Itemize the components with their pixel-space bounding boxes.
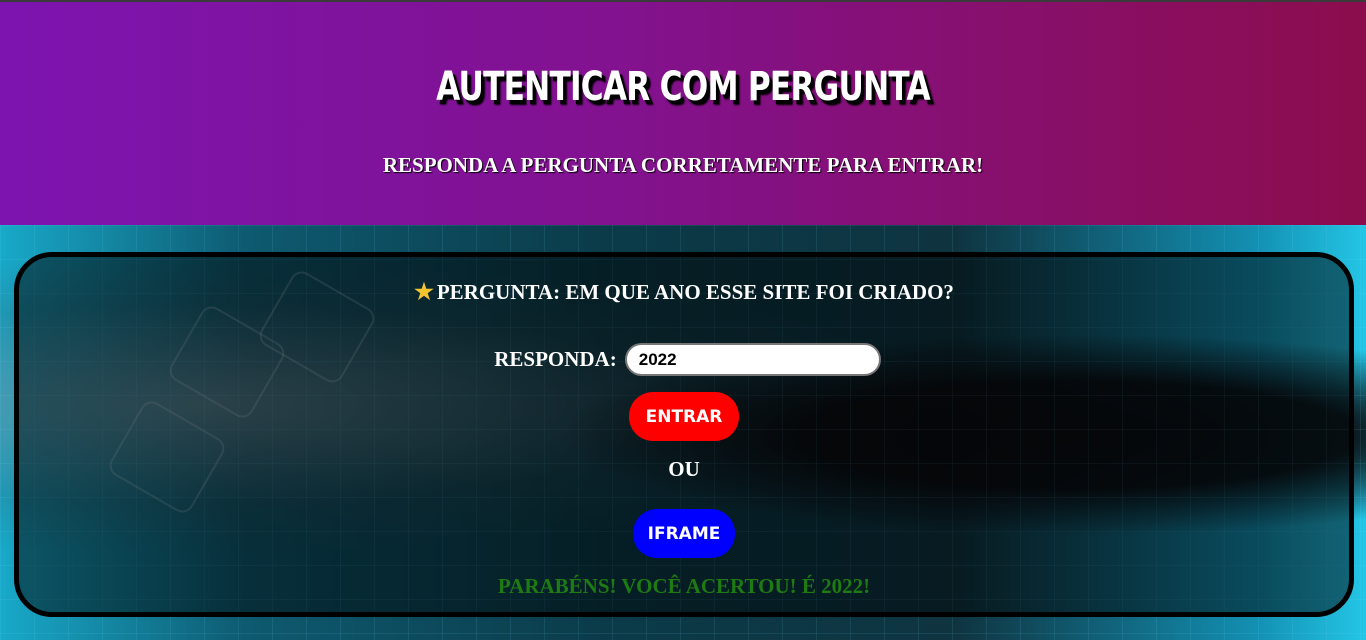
success-message: PARABÉNS! VOCÊ ACERTOU! É 2022! [497,574,871,598]
iframe-button[interactable]: IFRAME [633,509,735,558]
answer-row: RESPONDA: [19,343,1349,376]
or-separator: OU [668,457,700,481]
entrar-button[interactable]: ENTRAR [629,392,739,441]
header-banner: AUTENTICAR COM PERGUNTA RESPONDA A PERGU… [0,0,1366,225]
page-title: AUTENTICAR COM PERGUNTA [436,64,930,110]
question-label: PERGUNTA: EM QUE ANO ESSE SITE FOI CRIAD… [436,280,954,304]
question-text: ★ PERGUNTA: EM QUE ANO ESSE SITE FOI CRIA… [19,279,1349,305]
page-subtitle: RESPONDA A PERGUNTA CORRETAMENTE PARA EN… [382,153,984,177]
auth-form-panel: ★ PERGUNTA: EM QUE ANO ESSE SITE FOI CRIA… [14,252,1354,617]
page: AUTENTICAR COM PERGUNTA RESPONDA A PERGU… [0,0,1366,640]
answer-input[interactable] [624,343,881,376]
answer-label: RESPONDA: [494,347,617,371]
star-icon: ★ [414,279,434,304]
